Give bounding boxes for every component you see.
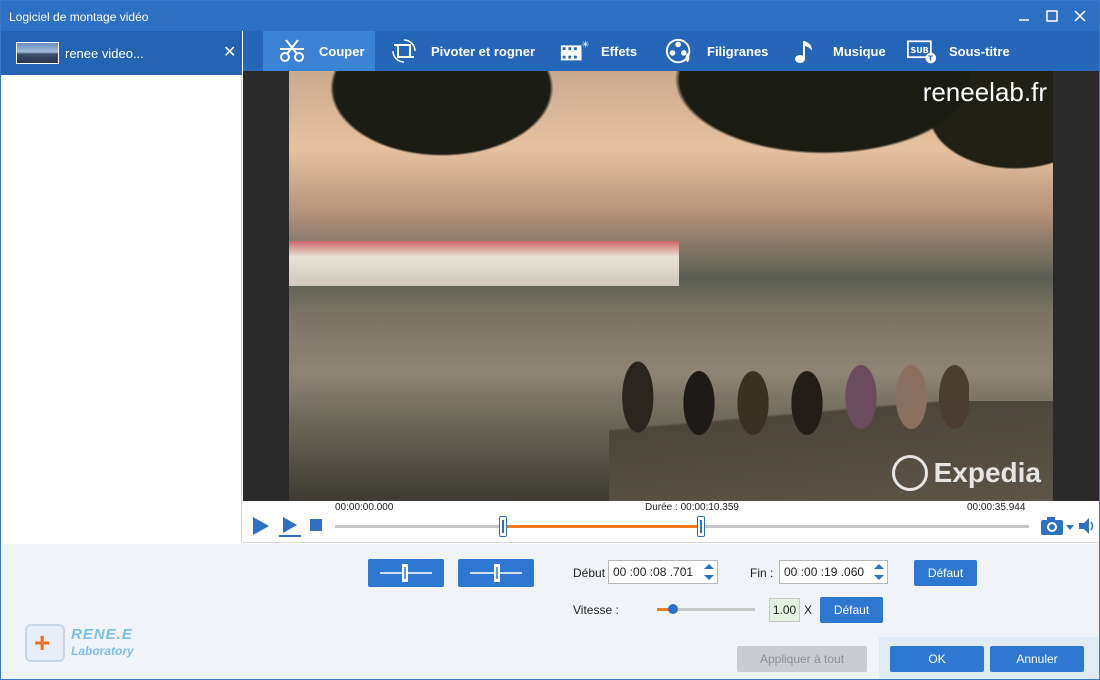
end-time-value: 00 :00 :19 .060 — [784, 565, 865, 579]
tab-label: Pivoter et rogner — [431, 43, 536, 59]
rene-e-logo: + RENE.E Laboratory — [25, 624, 134, 662]
play-icon — [253, 517, 269, 535]
timeline-selection — [502, 525, 702, 528]
speed-value-field[interactable]: 1.00 — [769, 598, 800, 622]
play-selection-icon — [279, 517, 301, 537]
tab-musique[interactable]: Musique — [791, 31, 886, 71]
ok-button[interactable]: OK — [890, 646, 984, 672]
tab-pivoter-rogner[interactable]: Pivoter et rogner — [389, 31, 535, 71]
window-title: Logiciel de montage vidéo — [9, 10, 149, 24]
tab-effets[interactable]: ✳ Effets — [559, 31, 637, 71]
svg-text:✳: ✳ — [582, 39, 590, 49]
play-selection-button[interactable] — [277, 515, 303, 537]
tab-label: Sous-titre — [949, 43, 1010, 59]
watermark-text-bottom: Expedia — [933, 457, 1041, 488]
speed-label: Vitesse : — [573, 603, 619, 617]
svg-text:SUB: SUB — [911, 46, 929, 55]
logo-line-2: Laboratory — [71, 644, 134, 658]
video-preview-area: reneelab.fr Expedia — [243, 71, 1099, 501]
maximize-button[interactable] — [1037, 1, 1067, 31]
speed-slider[interactable] — [657, 604, 755, 614]
start-time-spinner[interactable] — [704, 563, 714, 581]
watermark-icon — [665, 36, 695, 66]
marker-end-icon — [470, 564, 522, 582]
start-label: Début — [573, 566, 606, 580]
stop-button[interactable] — [309, 518, 323, 532]
video-frame: reneelab.fr Expedia — [289, 71, 1053, 501]
trim-start-handle[interactable] — [498, 516, 507, 537]
svg-text:T: T — [928, 54, 933, 63]
tab-label: Musique — [833, 43, 886, 59]
logo-line-1: RENE.E — [71, 626, 133, 643]
video-thumbnail — [16, 42, 59, 64]
tab-label: Effets — [601, 43, 638, 59]
snapshot-button[interactable] — [1039, 514, 1075, 538]
volume-button[interactable] — [1077, 515, 1097, 537]
remove-file-icon[interactable]: ✕ — [223, 42, 236, 62]
tab-filigranes[interactable]: Filigranes — [665, 31, 768, 71]
end-label: Fin : — [750, 566, 774, 580]
watermark-logo-bottom: Expedia — [891, 455, 1041, 491]
camera-icon — [1041, 517, 1074, 535]
effects-icon: ✳ — [559, 36, 589, 66]
video-boat — [289, 241, 679, 286]
volume-icon — [1079, 518, 1094, 534]
file-list-panel: renee video... ✕ — [1, 31, 242, 543]
app-window: Logiciel de montage vidéo renee video...… — [0, 0, 1100, 680]
file-list-item[interactable]: renee video... ✕ — [1, 31, 242, 75]
set-end-marker-button[interactable] — [458, 559, 534, 587]
file-name: renee video... — [65, 46, 144, 61]
minimize-icon — [1019, 19, 1029, 21]
timeline-track[interactable] — [335, 516, 1029, 537]
set-start-marker-button[interactable] — [368, 559, 444, 587]
stop-icon — [310, 519, 322, 531]
globe-icon — [891, 455, 928, 491]
cut-icon — [277, 36, 307, 66]
trim-control-panel: Début 00 :00 :08 .701 Fin : 00 :00 :19 .… — [1, 544, 1099, 679]
start-time-field[interactable]: 00 :00 :08 .701 — [608, 560, 718, 584]
tab-bar: Couper Pivoter et rogner ✳ Effets Filigr… — [243, 31, 1099, 71]
tab-sous-titre[interactable]: SUB T Sous-titre — [907, 31, 1010, 71]
trim-default-button[interactable]: Défaut — [914, 560, 977, 586]
speed-unit: X — [804, 603, 813, 617]
minimize-button[interactable] — [1009, 1, 1039, 31]
maximize-icon — [1046, 10, 1058, 22]
close-icon — [1074, 10, 1086, 22]
end-time-label: 00:00:35.944 — [967, 502, 1026, 513]
play-button[interactable] — [249, 515, 271, 537]
end-time-field[interactable]: 00 :00 :19 .060 — [779, 560, 888, 584]
speed-slider-knob[interactable] — [667, 604, 678, 614]
playback-bar: 00:00:00.000 Durée : 00:00:10.359 00:00:… — [243, 501, 1099, 543]
video-people — [609, 331, 969, 451]
tab-label: Filigranes — [707, 43, 769, 59]
speed-default-button[interactable]: Défaut — [820, 597, 883, 623]
cancel-button[interactable]: Annuler — [990, 646, 1084, 672]
trim-end-handle[interactable] — [697, 516, 706, 537]
end-time-spinner[interactable] — [874, 563, 884, 581]
tab-couper[interactable]: Couper — [263, 31, 375, 71]
watermark-text-top: reneelab.fr — [922, 77, 1047, 107]
title-bar: Logiciel de montage vidéo — [1, 1, 1099, 31]
marker-start-icon — [380, 564, 432, 582]
start-time-value: 00 :00 :08 .701 — [613, 565, 694, 579]
duration-label: Durée : 00:00:10.359 — [645, 502, 739, 513]
subtitle-icon: SUB T — [907, 36, 937, 66]
start-time-label: 00:00:00.000 — [335, 502, 394, 513]
close-button[interactable] — [1065, 1, 1095, 31]
tab-label: Couper — [319, 43, 365, 59]
music-icon — [791, 36, 821, 66]
rotate-crop-icon — [389, 36, 419, 66]
apply-all-button[interactable]: Appliquer à tout — [737, 646, 867, 672]
first-aid-icon: + — [25, 624, 65, 662]
